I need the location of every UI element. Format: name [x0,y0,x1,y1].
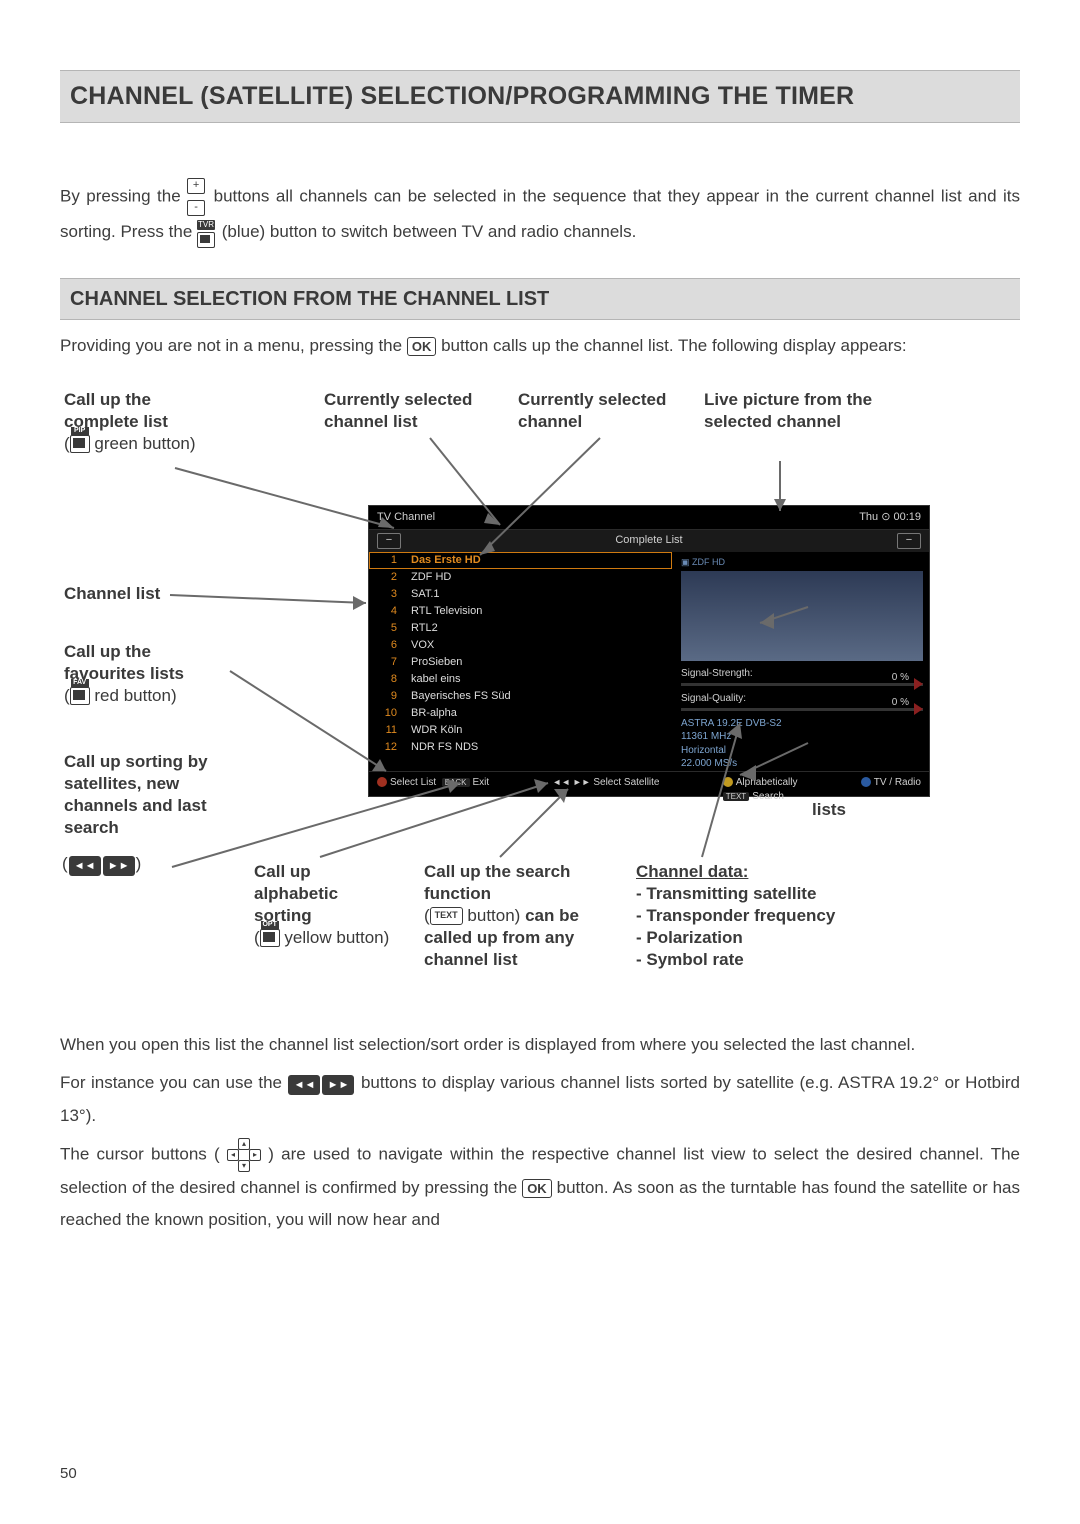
text: By pressing the [60,186,187,205]
osd-channel-data: ASTRA 19.2E DVB-S211361 MHzHorizontal22.… [681,717,923,771]
table-row[interactable]: 12NDR FS NDS [369,739,672,756]
osd-clock: Thu ⊙ 00:19 [859,510,921,525]
ok-button-icon: OK [522,1179,552,1198]
section-heading: CHANNEL SELECTION FROM THE CHANNEL LIST [60,278,1020,320]
table-row[interactable]: 10BR-alpha [369,705,672,722]
table-row[interactable]: 2ZDF HD [369,569,672,586]
yellow-button-icon: OPT [260,929,280,947]
table-row[interactable]: 7ProSieben [369,654,672,671]
text: (blue) button to switch between TV and r… [222,222,637,241]
callout-sorting: Call up sorting by satellites, new chann… [64,751,249,839]
callout-live-picture: Live picture from the selected channel [704,389,884,433]
signal-quality-label: Signal-Quality: [681,692,923,706]
text-button-icon: TEXT [430,907,463,925]
osd-title: TV Channel [377,510,435,525]
table-row[interactable]: 9Bayerisches FS Süd [369,688,672,705]
osd-channel-table[interactable]: 1Das Erste HD2ZDF HD3SAT.14RTL Televisio… [369,552,672,756]
ok-button-icon: OK [407,337,437,356]
rew-fwd-icon: ◄◄►► [287,1067,355,1099]
osd-footer: Select List BACKExit ◄◄ ►► Select Satell… [369,771,929,808]
cursor-pad-icon: ▴ ◂ ▸ ▾ [227,1138,261,1172]
text: For instance you can use the [60,1073,287,1092]
page-number: 50 [60,1463,77,1484]
text: The cursor buttons ( [60,1144,220,1163]
callout-complete-list: Call up the complete list (PIP green but… [64,389,224,455]
signal-strength-bar [681,683,923,686]
callout-channel-list: Channel list [64,583,160,605]
callout-favourites: Call up the favourites lists (FAV red bu… [64,641,234,707]
signal-strength-label: Signal-Strength: [681,667,923,681]
paragraph-ok-button: Providing you are not in a menu, pressin… [60,330,1020,362]
signal-quality-bar [681,708,923,711]
table-row[interactable]: 11WDR Köln [369,722,672,739]
page-title: CHANNEL (SATELLITE) SELECTION/PROGRAMMIN… [60,70,1020,123]
table-row[interactable]: 5RTL2 [369,620,672,637]
callout-current-channel: Currently selected channel [518,389,688,433]
green-button-icon: PIP [70,435,90,453]
osd-next-icon[interactable]: − [897,533,921,549]
tvr-blue-button-icon: TVR [197,220,217,246]
paragraph-cursor: The cursor buttons ( ▴ ◂ ▸ ▾ ) are used … [60,1138,1020,1237]
table-row[interactable]: 4RTL Television [369,603,672,620]
osd-list-name: Complete List [615,533,682,548]
red-button-icon: FAV [70,687,90,705]
table-row[interactable]: 3SAT.1 [369,586,672,603]
osd-prev-icon[interactable]: − [377,533,401,549]
plus-minus-icon: + - [187,178,207,216]
diagram: Call up the complete list (PIP green but… [60,383,1020,1023]
paragraph-after-list: When you open this list the channel list… [60,1029,1020,1061]
text: button calls up the channel list. The fo… [441,336,907,355]
callout-current-list: Currently selected channel list [324,389,494,433]
table-row[interactable]: 1Das Erste HD [369,552,672,569]
osd-preview [681,571,923,661]
rew-fwd-callout-icon: (◄◄►►) [62,853,141,876]
table-row[interactable]: 8kabel eins [369,671,672,688]
callout-channel-data: Channel data: - Transmitting satellite -… [636,861,896,971]
osd-preview-label: ▣ ZDF HD [681,556,923,569]
channel-list-osd: TV Channel Thu ⊙ 00:19 − Complete List −… [368,505,930,797]
text: Providing you are not in a menu, pressin… [60,336,407,355]
table-row[interactable]: 6VOX [369,637,672,654]
paragraph-channel-buttons: By pressing the + - buttons all channels… [60,178,1020,248]
callout-alpha: Call upalphabeticsorting (OPT yellow but… [254,861,404,949]
paragraph-satellite-sort: For instance you can use the ◄◄►► button… [60,1067,1020,1132]
callout-search: Call up the search function (TEXT button… [424,861,624,971]
